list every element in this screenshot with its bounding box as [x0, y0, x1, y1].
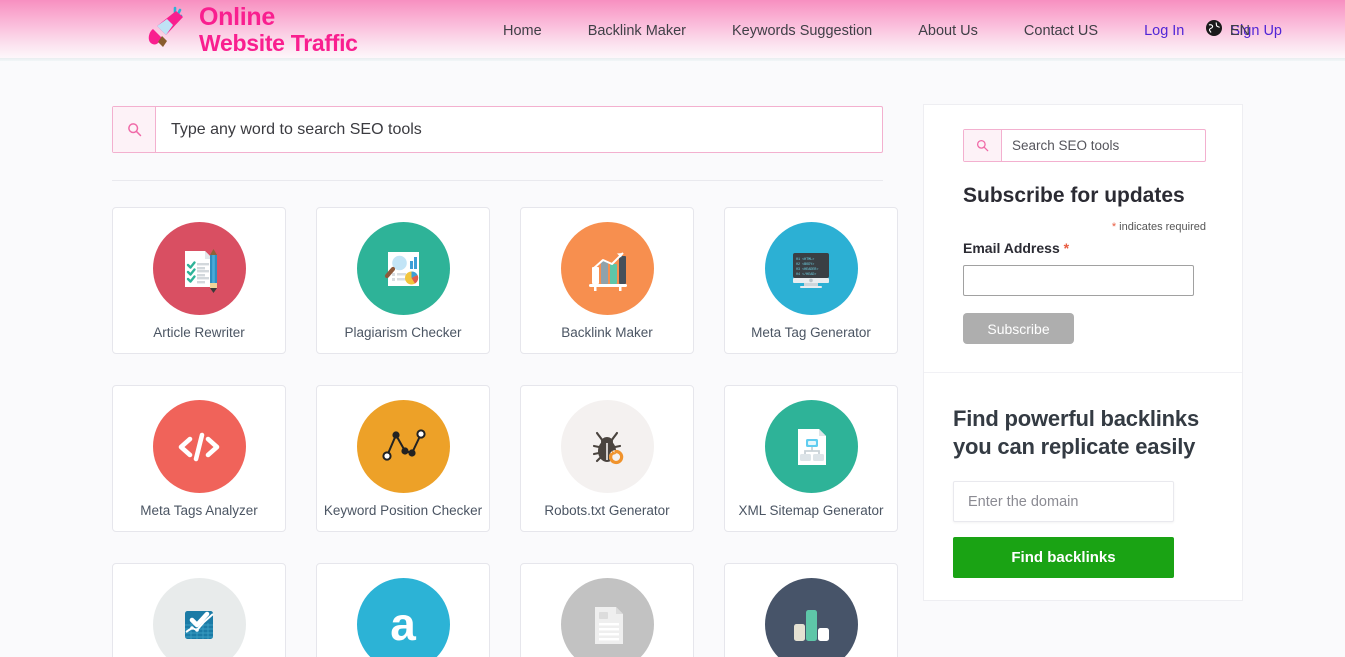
megaphone-icon — [145, 4, 197, 56]
email-field-label: Email Address * — [963, 240, 1203, 256]
bar-chart-arrow-icon — [560, 222, 654, 315]
nav-item-log-in[interactable]: Log In — [1144, 23, 1184, 39]
email-label-text: Email Address — [963, 240, 1060, 256]
language-label: EN — [1229, 22, 1250, 39]
tool-card-label: Backlink Maker — [561, 325, 653, 340]
promo-title: Find powerful backlinks you can replicat… — [953, 406, 1199, 459]
sidebar-subscribe-panel: Subscribe for updates * indicates requir… — [924, 105, 1242, 344]
nav-item-backlink-maker[interactable]: Backlink Maker — [588, 23, 686, 39]
language-selector[interactable]: EN — [1205, 0, 1250, 61]
tool-card-plagiarism-checker[interactable]: Plagiarism Checker — [316, 207, 490, 354]
svg-text:03 <HEADER>: 03 <HEADER> — [796, 267, 818, 272]
tool-card-label: XML Sitemap Generator — [738, 503, 884, 518]
main-navigation: Home Backlink Maker Keywords Suggestion … — [480, 0, 1305, 61]
logo-line-2: Website Traffic — [199, 30, 358, 56]
sidebar-search-input[interactable] — [1002, 130, 1205, 161]
sitemap-document-icon — [764, 400, 858, 493]
tool-card-label: Robots.txt Generator — [544, 503, 670, 518]
tool-card-xml-sitemap-generator[interactable]: XML Sitemap Generator — [724, 385, 898, 532]
globe-icon — [1205, 19, 1223, 42]
nav-item-keywords-suggestion[interactable]: Keywords Suggestion — [732, 23, 872, 39]
search-input[interactable] — [156, 107, 882, 152]
required-note: * indicates required — [963, 221, 1206, 233]
bug-refresh-icon — [560, 400, 654, 493]
svg-text:02 <BODY>: 02 <BODY> — [796, 262, 814, 267]
line-graph-nodes-icon — [356, 400, 450, 493]
tool-card-robots-txt-generator[interactable]: Robots.txt Generator — [520, 385, 694, 532]
svg-text:a: a — [390, 599, 416, 650]
tool-card-keyword-position-checker[interactable]: Keyword Position Checker — [316, 385, 490, 532]
tool-card-11[interactable] — [520, 563, 694, 657]
search-icon[interactable] — [964, 130, 1002, 161]
tool-card-article-rewriter[interactable]: Article Rewriter — [112, 207, 286, 354]
alexa-a-icon: a — [356, 578, 450, 657]
tool-card-label: Keyword Position Checker — [323, 503, 483, 518]
nav-item-home[interactable]: Home — [503, 23, 542, 39]
tool-card-label: Meta Tag Generator — [751, 325, 871, 340]
tool-card-9[interactable] — [112, 563, 286, 657]
page-document-icon — [560, 578, 654, 657]
tool-card-meta-tag-generator[interactable]: 01 <HTML> 02 <BODY> 03 <HEADER> 04 </HEA… — [724, 207, 898, 354]
subscribe-button[interactable]: Subscribe — [963, 313, 1074, 344]
right-sidebar: Subscribe for updates * indicates requir… — [923, 104, 1243, 601]
tool-card-label: Meta Tags Analyzer — [140, 503, 258, 518]
svg-text:04 </HEAD>: 04 </HEAD> — [796, 272, 816, 277]
code-brackets-icon — [152, 400, 246, 493]
find-backlinks-button[interactable]: Find backlinks — [953, 537, 1174, 578]
magnifier-report-icon — [356, 222, 450, 315]
tool-card-10[interactable]: a — [316, 563, 490, 657]
tool-card-meta-tags-analyzer[interactable]: Meta Tags Analyzer — [112, 385, 286, 532]
section-divider — [112, 180, 883, 181]
monitor-code-icon: 01 <HTML> 02 <BODY> 03 <HEADER> 04 </HEA… — [764, 222, 858, 315]
promo-panel: Find powerful backlinks you can replicat… — [924, 372, 1242, 600]
site-logo[interactable]: Online Website Traffic — [145, 4, 358, 56]
document-pencil-icon — [152, 222, 246, 315]
nav-item-about-us[interactable]: About Us — [918, 23, 978, 39]
main-column: Article Rewriter — [112, 106, 898, 657]
tool-card-label: Plagiarism Checker — [344, 325, 462, 340]
svg-text:01 <HTML>: 01 <HTML> — [796, 257, 814, 262]
sidebar-search-bar[interactable] — [963, 129, 1206, 162]
tool-card-label: Article Rewriter — [153, 325, 245, 340]
domain-input[interactable] — [953, 481, 1174, 522]
tool-card-12[interactable] — [724, 563, 898, 657]
tools-grid: Article Rewriter Plagiarism Checker Back… — [112, 207, 898, 657]
search-icon[interactable] — [113, 107, 156, 152]
email-required-star: * — [1063, 240, 1070, 256]
subscribe-title: Subscribe for updates — [963, 184, 1185, 207]
tool-card-backlink-maker[interactable]: Backlink Maker — [520, 207, 694, 354]
nav-item-contact-us[interactable]: Contact US — [1024, 23, 1098, 39]
email-field[interactable] — [963, 265, 1194, 296]
tools-search-bar[interactable] — [112, 106, 883, 153]
site-header: Online Website Traffic Home Backlink Mak… — [0, 0, 1345, 61]
page-body: Article Rewriter — [0, 61, 1345, 657]
logo-line-1: Online — [199, 3, 275, 31]
bar-chart-icon — [764, 578, 858, 657]
analytics-check-icon — [152, 578, 246, 657]
required-note-text: indicates required — [1116, 221, 1206, 233]
